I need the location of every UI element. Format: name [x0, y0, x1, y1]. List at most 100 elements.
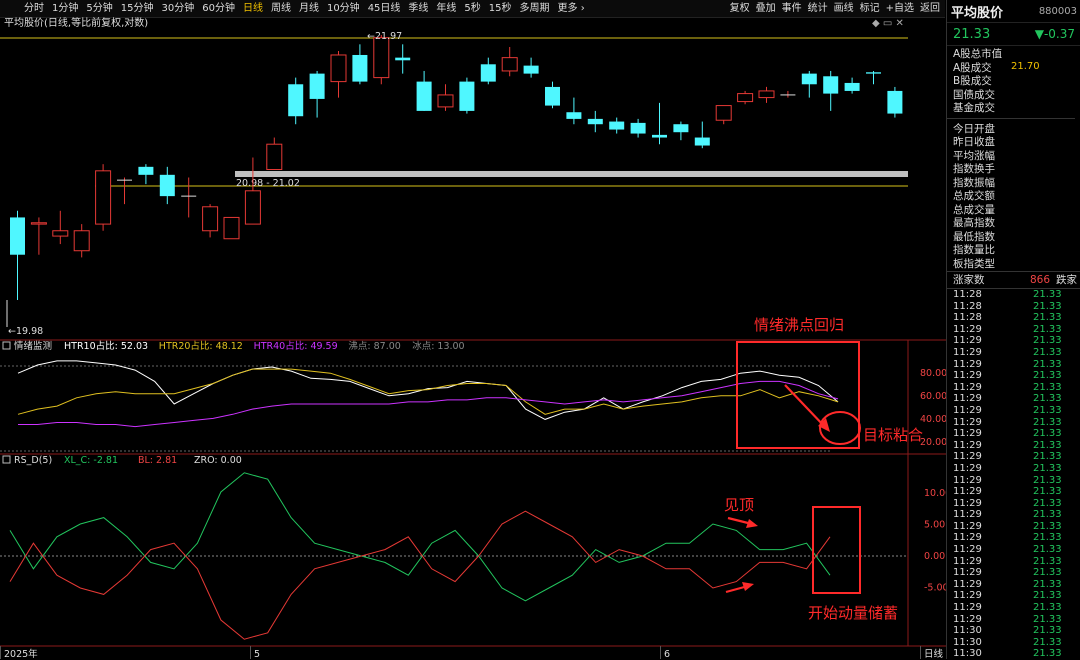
tab-7[interactable]: 周线	[267, 0, 295, 17]
annotation-target: 目标粘合	[863, 426, 923, 444]
tick-price: 21.33	[1033, 323, 1062, 335]
tick-time: 11:29	[953, 416, 982, 428]
candle-body	[887, 90, 903, 114]
candle-body	[373, 37, 390, 79]
tab-12[interactable]: 年线	[432, 0, 460, 17]
candle-body	[630, 122, 646, 134]
tab-4[interactable]: 30分钟	[157, 0, 198, 17]
tick-time: 11:29	[953, 613, 982, 625]
tick-row: 11:29 21.33	[953, 451, 1080, 463]
panel-toggle-icon	[2, 341, 11, 350]
series-line	[17, 360, 839, 420]
tick-time: 11:29	[953, 578, 982, 590]
stat-label: A股成交	[953, 61, 992, 74]
tick-price: 21.33	[1033, 358, 1062, 370]
tick-time: 11:29	[953, 486, 982, 498]
stat-label: 今日开盘	[953, 122, 995, 135]
candle-body	[737, 93, 754, 103]
kline-chart[interactable]: 20.98 - 21.02 ←21.97 ←19.98 情绪监测 HTR10占比: 52…	[0, 0, 946, 659]
tab-2[interactable]: 5分钟	[82, 0, 116, 17]
candle-body	[523, 65, 539, 74]
toolbar-button-4[interactable]: 画线	[831, 0, 857, 17]
tick-price: 21.33	[1033, 370, 1062, 382]
candle-body	[673, 124, 689, 133]
tick-price: 21.33	[1033, 404, 1062, 416]
tick-row: 11:29 21.33	[953, 498, 1080, 510]
xaxis-label: 日线	[924, 648, 944, 659]
tick-price: 21.33	[1033, 451, 1062, 463]
tick-time: 11:28	[953, 312, 982, 324]
candle-body	[801, 73, 817, 85]
tab-11[interactable]: 季线	[404, 0, 432, 17]
tab-6[interactable]: 日线	[239, 0, 267, 17]
tab-1[interactable]: 1分钟	[48, 0, 82, 17]
chart-toolbar-icons[interactable]: ◆ ▭ ✕	[872, 18, 904, 29]
tick-price: 21.33	[1033, 439, 1062, 451]
tab-0[interactable]: 分时	[20, 0, 48, 17]
tick-price: 21.33	[1033, 625, 1062, 637]
panel3-tick: -5.00	[924, 583, 946, 594]
toolbar-button-7[interactable]: 返回	[917, 0, 943, 17]
toolbar-button-5[interactable]: 标记	[857, 0, 883, 17]
tick-row: 11:28 21.33	[953, 312, 1080, 324]
index-stats-list: 今日开盘 昨日收盘 平均涨幅 指数换手 指数振幅 总成交额 总成交量 最高指数 最低指数 指数量比…	[947, 121, 1080, 272]
tick-price: 21.33	[1033, 462, 1062, 474]
tab-9[interactable]: 10分钟	[323, 0, 364, 17]
candle-body	[52, 230, 69, 237]
stat-label: 总成交额	[953, 190, 995, 202]
tick-list[interactable]: 11:28 21.33 11:28 21.33 11:28 21.33 11:29 21.33…	[947, 289, 1080, 660]
tab-8[interactable]: 月线	[295, 0, 323, 17]
tick-time: 11:29	[953, 555, 982, 567]
tick-price: 21.33	[1033, 567, 1062, 579]
panel3-legend: XL_C: -2.81	[64, 455, 118, 466]
index-code: 880003	[1038, 5, 1077, 17]
tick-row: 11:29 21.33	[953, 324, 1080, 336]
candle-body	[288, 84, 304, 117]
tick-row: 11:29 21.33	[953, 567, 1080, 579]
tick-time: 11:29	[953, 474, 982, 486]
stat-label: 最低指数	[953, 230, 995, 243]
panel3-legend: RS_D(5)	[14, 455, 52, 466]
tick-price: 21.33	[1033, 613, 1062, 625]
toolbar-button-3[interactable]: 统计	[805, 0, 831, 17]
candle-body	[244, 190, 261, 225]
tick-price: 21.33	[1033, 544, 1062, 556]
toolbar-button-0[interactable]: 复权	[727, 0, 753, 17]
tick-row: 11:29 21.33	[953, 521, 1080, 533]
toolbar-button-1[interactable]: 叠加	[753, 0, 779, 17]
tab-13[interactable]: 5秒	[460, 0, 484, 17]
candle-body	[73, 230, 90, 252]
panel-toggle-icon	[2, 455, 11, 464]
tab-5[interactable]: 60分钟	[198, 0, 239, 17]
tick-row: 11:30 21.33	[953, 625, 1080, 637]
candle-body	[566, 112, 582, 119]
xaxis-label: 6	[664, 649, 670, 659]
toolbar-button-6[interactable]: +自选	[883, 0, 917, 17]
tick-price: 21.33	[1033, 393, 1062, 405]
candle-body	[437, 94, 454, 108]
tick-price: 21.33	[1033, 346, 1062, 358]
tick-time: 11:29	[953, 451, 982, 463]
tab-15[interactable]: 多周期	[516, 0, 554, 17]
tick-time: 11:29	[953, 439, 982, 451]
tab-3[interactable]: 15分钟	[117, 0, 158, 17]
tick-price: 21.33	[1033, 312, 1062, 324]
stat-label: 国债成交	[953, 88, 995, 101]
panel3-legend: ZRO: 0.00	[194, 455, 242, 466]
series-line	[17, 368, 839, 415]
panel2-legend: 情绪监测	[14, 340, 52, 352]
candle-body	[202, 206, 219, 232]
tick-price: 21.33	[1033, 486, 1062, 498]
tick-row: 11:29 21.33	[953, 347, 1080, 359]
tick-time: 11:29	[953, 335, 982, 347]
advance-count-row: 涨家数 866 跌家	[947, 271, 1080, 289]
candle-body	[10, 217, 25, 255]
candle-body	[609, 121, 625, 130]
panel2-tick: 80.00	[920, 368, 946, 379]
tab-16[interactable]: 更多 ›	[554, 0, 589, 17]
toolbar-button-2[interactable]: 事件	[779, 0, 805, 17]
tab-14[interactable]: 15秒	[485, 0, 516, 17]
tab-10[interactable]: 45日线	[364, 0, 405, 17]
tick-price: 21.33	[1033, 474, 1062, 486]
tick-price: 21.33	[1033, 602, 1062, 614]
